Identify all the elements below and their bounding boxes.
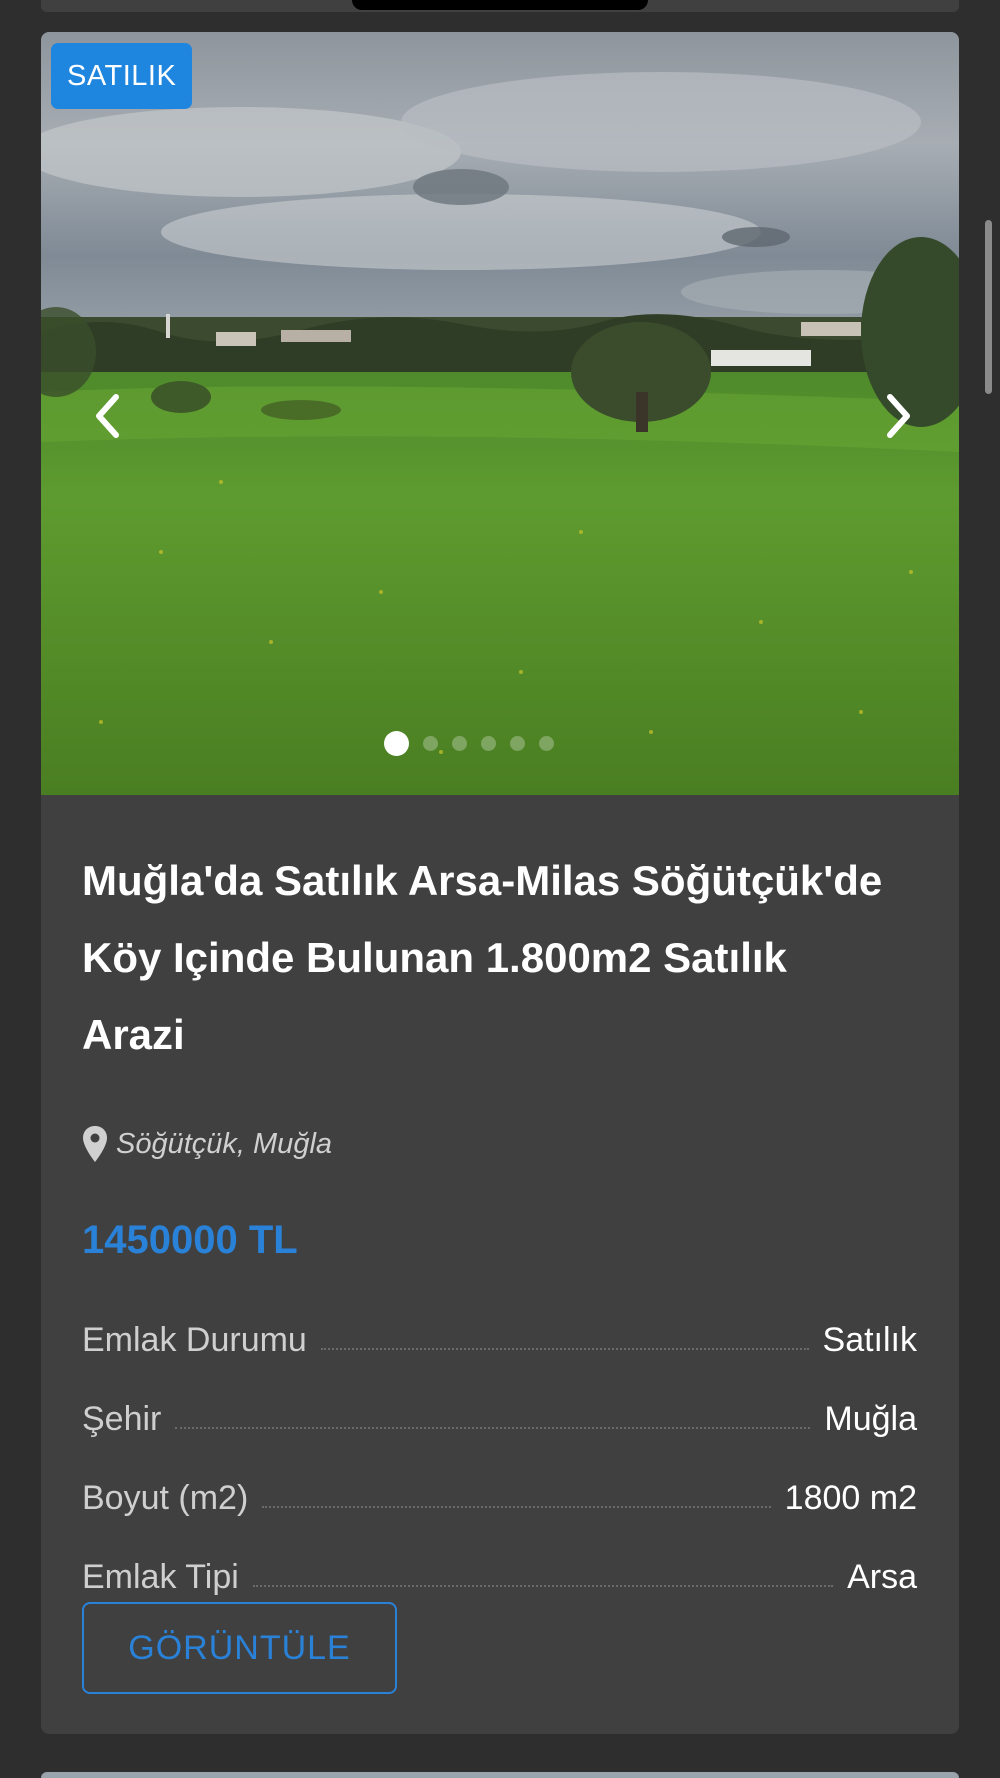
location-text: Söğütçük, Muğla [116, 1127, 333, 1160]
gallery-dot[interactable] [510, 735, 525, 751]
spec-value: Muğla [824, 1400, 917, 1438]
next-listing-card-edge [41, 1772, 959, 1778]
gallery-dot[interactable] [384, 730, 409, 756]
spec-value: Arsa [847, 1558, 917, 1596]
spec-value: Satılık [822, 1321, 917, 1359]
map-pin-icon [83, 1126, 107, 1162]
gallery-dot[interactable] [452, 735, 467, 751]
spec-row-sehir: Şehir Muğla [82, 1397, 917, 1476]
spec-row-emlak-durumu: Emlak Durumu Satılık [82, 1318, 917, 1397]
gallery-next-button[interactable] [871, 388, 927, 444]
scrollbar-thumb[interactable] [985, 220, 992, 394]
listing-photo [41, 32, 959, 795]
spec-leader [175, 1397, 811, 1429]
chevron-left-icon [96, 394, 119, 438]
view-listing-button[interactable]: GÖRÜNTÜLE [82, 1602, 397, 1694]
spec-list: Emlak Durumu Satılık Şehir Muğla Boyut (… [82, 1318, 917, 1634]
status-badge: SATILIK [51, 43, 193, 109]
spec-leader [252, 1555, 834, 1587]
listing-price: 1450000 TL [82, 1218, 298, 1262]
gallery-pagination [384, 730, 554, 756]
gallery-dot[interactable] [423, 735, 438, 751]
spec-label: Emlak Durumu [82, 1321, 307, 1359]
listing-title: Muğla'da Satılık Arsa-Milas Söğütçük'de … [82, 857, 883, 1058]
spec-leader [320, 1318, 809, 1350]
gallery-dot[interactable] [539, 735, 554, 751]
listing-card: SATILIK Muğla'da Satılık Arsa-Milas Söğü… [41, 32, 959, 1734]
spec-label: Emlak Tipi [82, 1558, 239, 1596]
spec-leader [262, 1476, 771, 1508]
spec-label: Boyut (m2) [82, 1479, 249, 1517]
device-notch [352, 0, 648, 10]
spec-value: 1800 m2 [784, 1479, 917, 1517]
spec-row-boyut: Boyut (m2) 1800 m2 [82, 1476, 917, 1555]
spec-label: Şehir [82, 1400, 162, 1438]
listing-location: Söğütçük, Muğla [82, 1122, 332, 1166]
gallery-prev-button[interactable] [79, 388, 135, 444]
gallery-dot[interactable] [481, 735, 496, 751]
image-gallery[interactable]: SATILIK [41, 32, 959, 795]
chevron-right-icon [887, 394, 910, 438]
